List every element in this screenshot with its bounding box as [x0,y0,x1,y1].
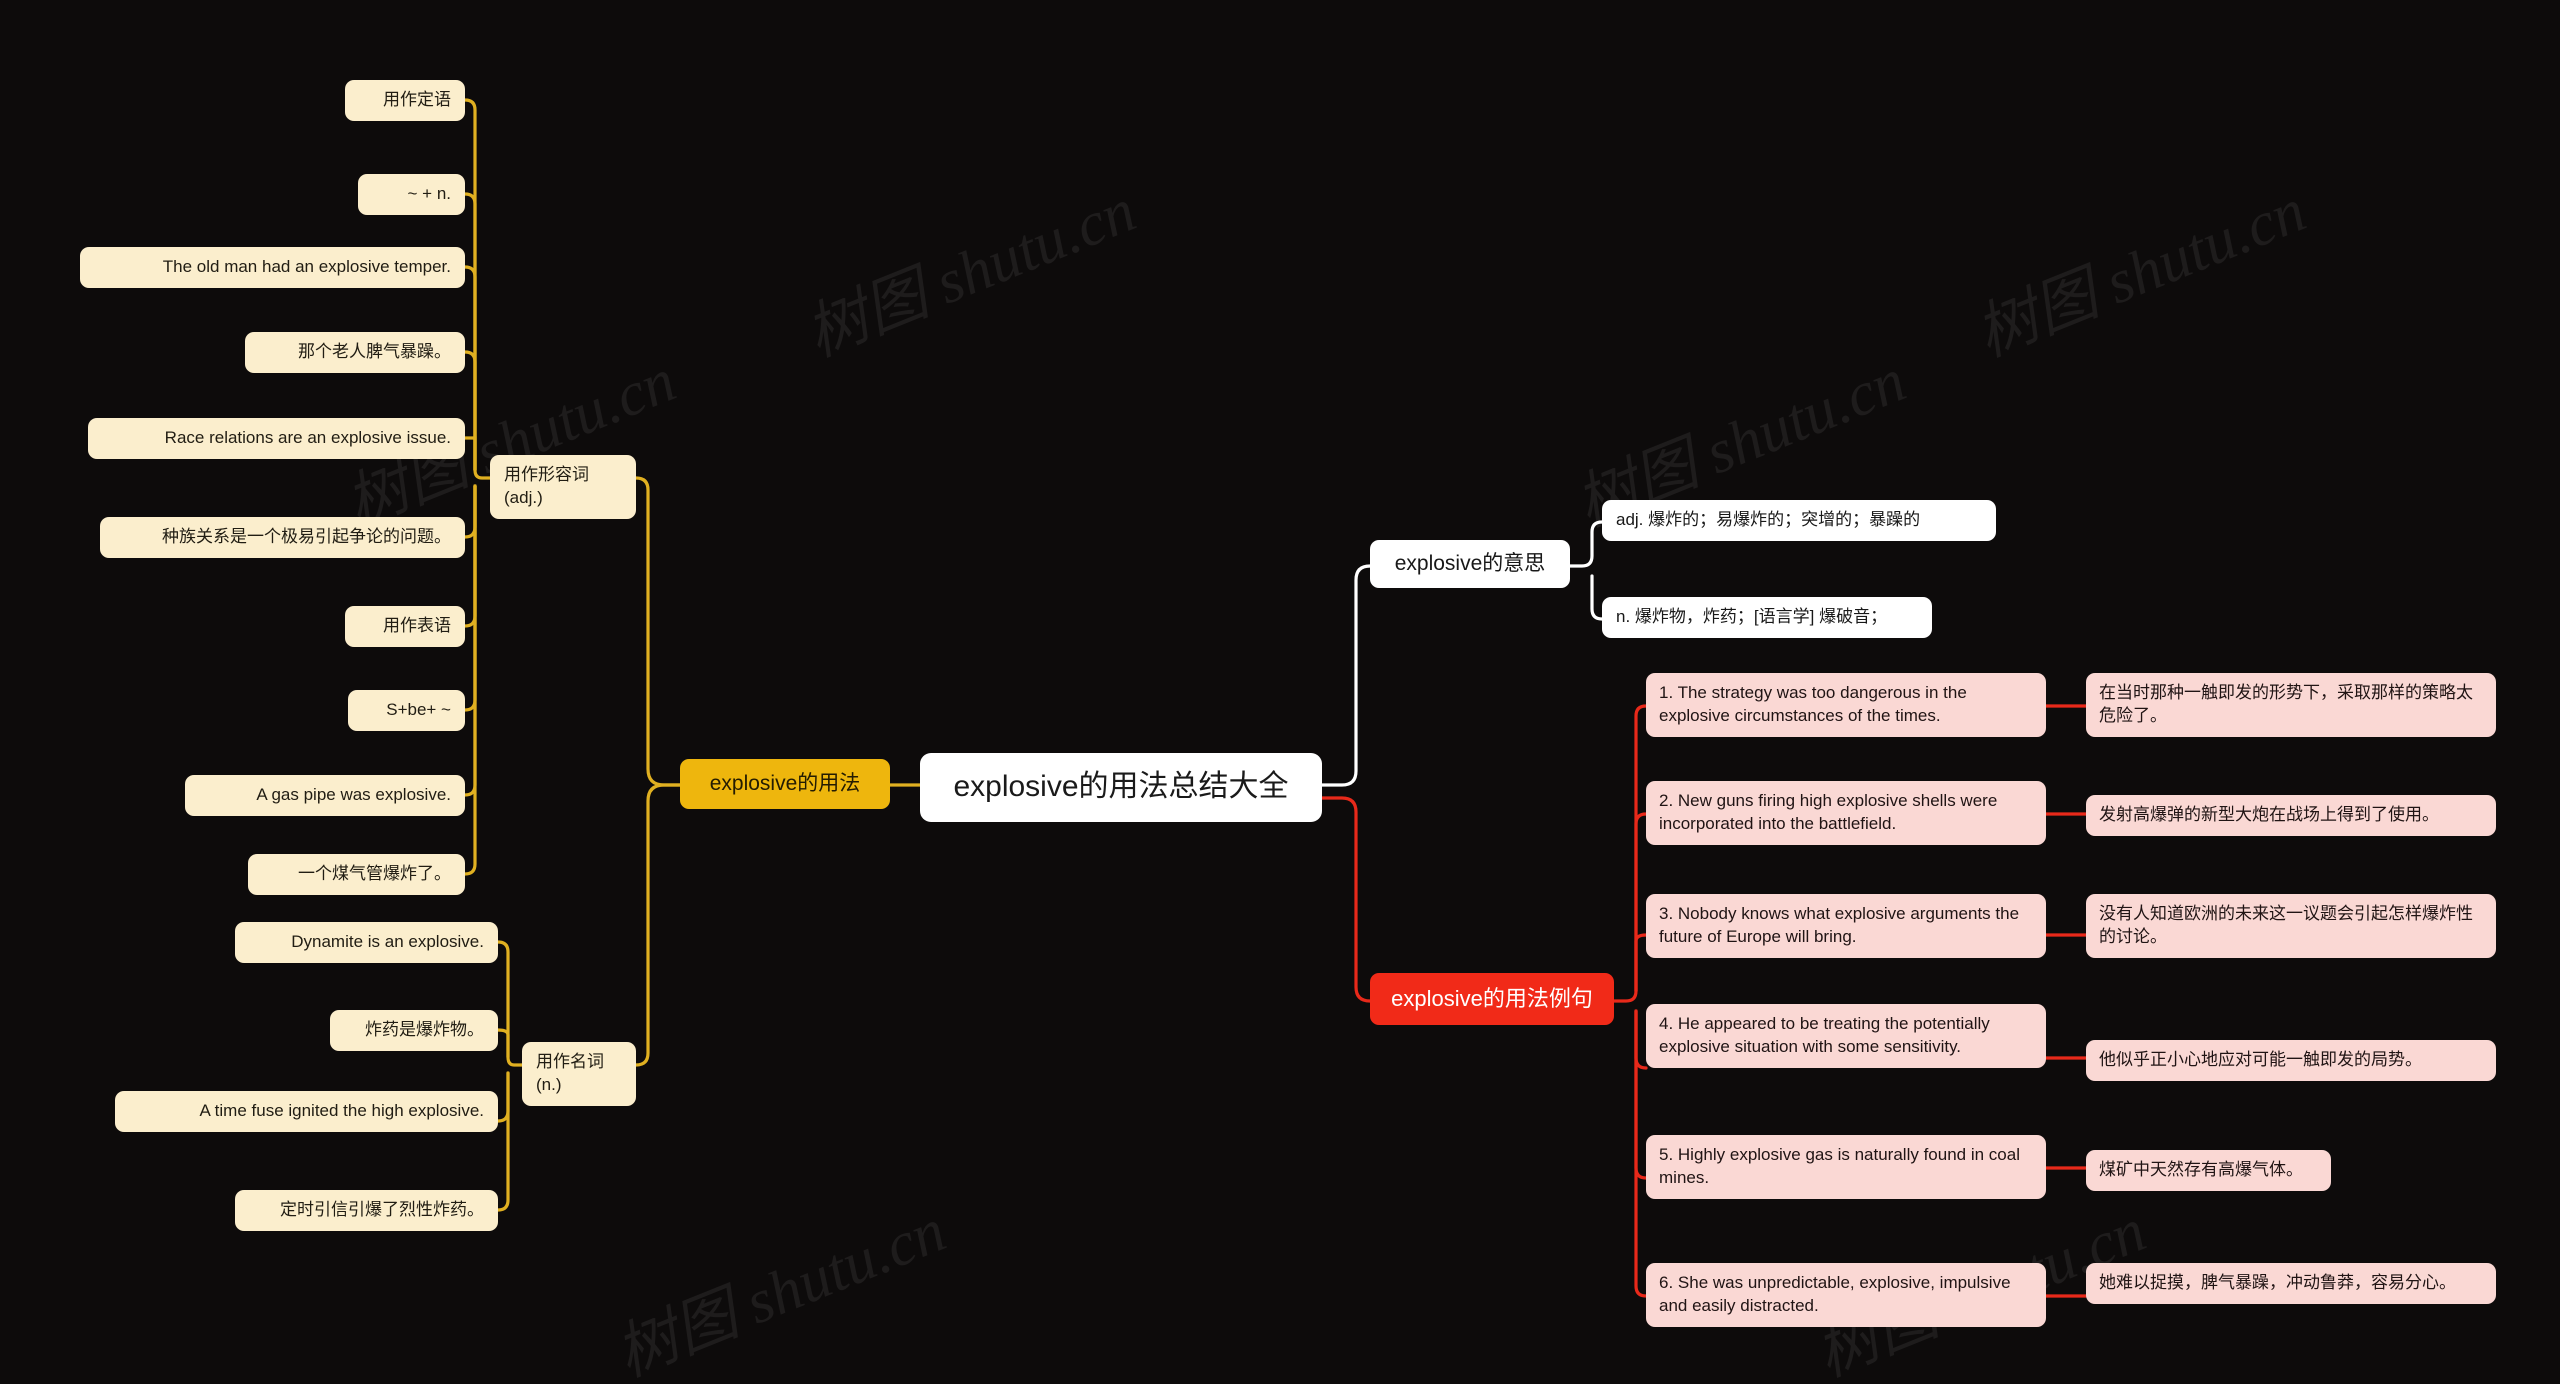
leaf-item[interactable]: ~ + n. [358,174,465,215]
leaf-label: 定时引信引爆了烈性炸药。 [280,1200,484,1219]
example-en-label: 6. She was unpredictable, explosive, imp… [1659,1273,2011,1315]
example-en[interactable]: 3. Nobody knows what explosive arguments… [1646,894,2046,958]
example-en-label: 5. Highly explosive gas is naturally fou… [1659,1145,2020,1187]
example-zh-label: 她难以捉摸，脾气暴躁，冲动鲁莽，容易分心。 [2099,1273,2456,1292]
meaning-label: adj. 爆炸的；易爆炸的；突增的；暴躁的 [1616,510,1921,529]
root-node[interactable]: explosive的用法总结大全 [920,753,1322,822]
example-en-label: 2. New guns firing high explosive shells… [1659,791,1998,833]
leaf-item[interactable]: 用作表语 [345,606,465,647]
example-en-label: 1. The strategy was too dangerous in the… [1659,683,1967,725]
example-zh[interactable]: 她难以捉摸，脾气暴躁，冲动鲁莽，容易分心。 [2086,1263,2496,1304]
leaf-label: A gas pipe was explosive. [256,785,451,804]
branch-examples[interactable]: explosive的用法例句 [1370,973,1614,1025]
branch-meaning-label: explosive的意思 [1394,552,1546,575]
leaf-item[interactable]: A time fuse ignited the high explosive. [115,1091,498,1132]
example-zh-label: 煤矿中天然存有高爆气体。 [2099,1160,2303,1179]
example-en[interactable]: 4. He appeared to be treating the potent… [1646,1004,2046,1068]
leaf-item[interactable]: 用作定语 [345,80,465,121]
branch-usage[interactable]: explosive的用法 [680,759,890,810]
leaf-label: 炸药是爆炸物。 [365,1020,484,1039]
leaf-item[interactable]: S+be+ ~ [348,690,465,731]
example-en[interactable]: 1. The strategy was too dangerous in the… [1646,673,2046,737]
leaf-item[interactable]: 定时引信引爆了烈性炸药。 [235,1190,498,1231]
watermark: 树图 shutu.cn [1966,176,2315,370]
watermark: 树图 shutu.cn [796,176,1145,370]
example-en[interactable]: 2. New guns firing high explosive shells… [1646,781,2046,845]
group-noun-label: 用作名词(n.) [536,1052,604,1094]
example-zh[interactable]: 在当时那种一触即发的形势下，采取那样的策略太危险了。 [2086,673,2496,737]
leaf-label: The old man had an explosive temper. [162,257,451,276]
leaf-label: Race relations are an explosive issue. [164,428,451,447]
leaf-label: ~ + n. [407,184,451,203]
meaning-item[interactable]: n. 爆炸物，炸药；[语言学] 爆破音； [1602,597,1932,638]
leaf-label: 种族关系是一个极易引起争论的问题。 [162,527,451,546]
example-en[interactable]: 6. She was unpredictable, explosive, imp… [1646,1263,2046,1327]
group-adjective[interactable]: 用作形容词(adj.) [490,455,636,519]
leaf-label: Dynamite is an explosive. [291,932,484,951]
leaf-label: S+be+ ~ [386,700,451,719]
example-zh[interactable]: 发射高爆弹的新型大炮在战场上得到了使用。 [2086,795,2496,836]
leaf-item[interactable]: 种族关系是一个极易引起争论的问题。 [100,517,465,558]
leaf-item[interactable]: Race relations are an explosive issue. [88,418,465,459]
example-zh[interactable]: 煤矿中天然存有高爆气体。 [2086,1150,2331,1191]
leaf-item[interactable]: 炸药是爆炸物。 [330,1010,498,1051]
leaf-label: 用作定语 [383,90,451,109]
leaf-label: 用作表语 [383,616,451,635]
branch-meaning[interactable]: explosive的意思 [1370,540,1570,589]
group-noun[interactable]: 用作名词(n.) [522,1042,636,1106]
example-en-label: 3. Nobody knows what explosive arguments… [1659,904,2020,946]
example-en-label: 4. He appeared to be treating the potent… [1659,1014,1990,1056]
leaf-item[interactable]: 那个老人脾气暴躁。 [245,332,465,373]
example-zh-label: 没有人知道欧洲的未来这一议题会引起怎样爆炸性的讨论。 [2099,904,2473,946]
branch-usage-label: explosive的用法 [709,772,861,795]
mindmap-canvas: 树图 shutu.cn 树图 shutu.cn 树图 shutu.cn 树图 s… [0,0,2560,1384]
example-zh[interactable]: 没有人知道欧洲的未来这一议题会引起怎样爆炸性的讨论。 [2086,894,2496,958]
watermark: 树图 shutu.cn [606,1196,955,1384]
leaf-label: 那个老人脾气暴躁。 [298,342,451,361]
meaning-label: n. 爆炸物，炸药；[语言学] 爆破音； [1616,607,1888,626]
leaf-item[interactable]: A gas pipe was explosive. [185,775,465,816]
root-label: explosive的用法总结大全 [953,770,1289,803]
leaf-label: A time fuse ignited the high explosive. [199,1101,484,1120]
leaf-label: 一个煤气管爆炸了。 [298,864,451,883]
branch-examples-label: explosive的用法例句 [1391,986,1593,1011]
example-zh-label: 在当时那种一触即发的形势下，采取那样的策略太危险了。 [2099,683,2473,725]
leaf-item[interactable]: Dynamite is an explosive. [235,922,498,963]
example-en[interactable]: 5. Highly explosive gas is naturally fou… [1646,1135,2046,1199]
meaning-item[interactable]: adj. 爆炸的；易爆炸的；突增的；暴躁的 [1602,500,1996,541]
leaf-item[interactable]: 一个煤气管爆炸了。 [248,854,465,895]
leaf-item[interactable]: The old man had an explosive temper. [80,247,465,288]
example-zh-label: 发射高爆弹的新型大炮在战场上得到了使用。 [2099,805,2439,824]
example-zh-label: 他似乎正小心地应对可能一触即发的局势。 [2099,1050,2422,1069]
group-adjective-label: 用作形容词(adj.) [504,465,589,507]
example-zh[interactable]: 他似乎正小心地应对可能一触即发的局势。 [2086,1040,2496,1081]
